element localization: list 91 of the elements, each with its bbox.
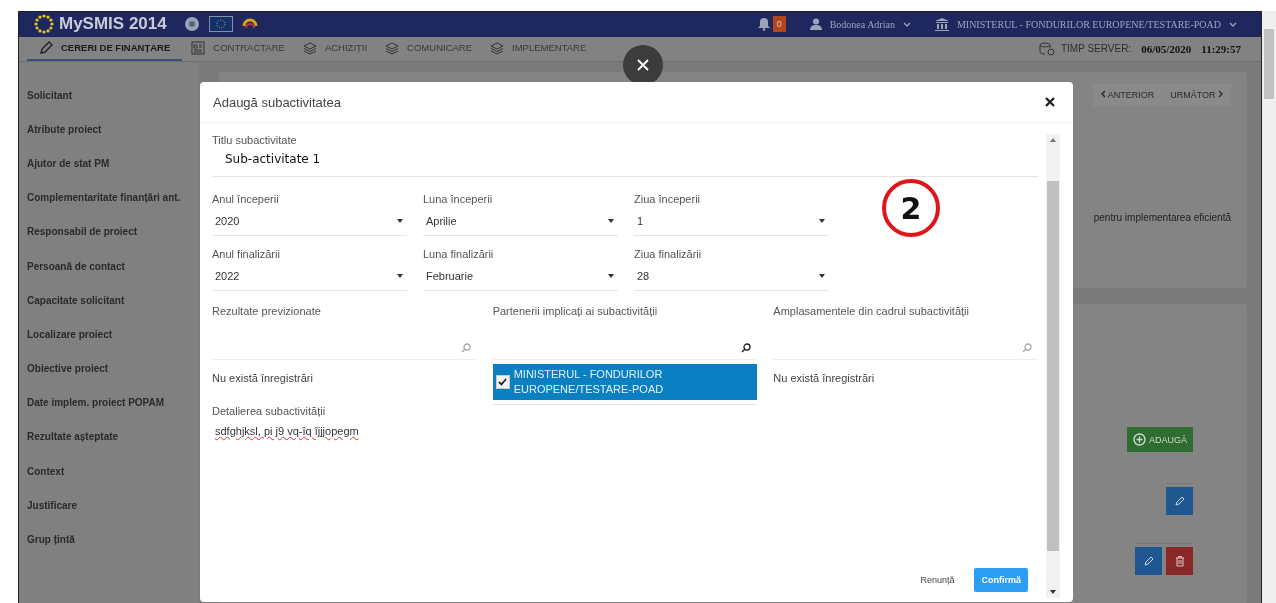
scroll-up-arrow-icon[interactable]: [1050, 138, 1056, 142]
field-label: Amplasamentele din cadrul subactivității: [773, 305, 970, 317]
search-icon: [1022, 343, 1032, 353]
nav-tab[interactable]: ACHIZIȚII: [293, 36, 377, 61]
modal-title: Adaugă subactivitatea: [213, 94, 341, 110]
sidebar-item[interactable]: Persoană de contact: [19, 254, 199, 290]
sidebar-item[interactable]: Capacitate solicitant: [19, 289, 199, 324]
dropdown-arrow-icon: [608, 274, 614, 278]
form-icon: [191, 40, 206, 55]
chevron-right-icon: [1218, 90, 1223, 98]
layers-icon: [302, 40, 317, 55]
bell-icon[interactable]: [756, 17, 771, 32]
layers-icon: [490, 40, 505, 55]
sidebar-item[interactable]: Ajutor de stat PM: [19, 152, 199, 187]
chevron-left-icon: [1100, 90, 1106, 98]
layers-icon: [385, 40, 400, 55]
partner-name: MINISTERUL - FONDURILOR EUROPENE/TESTARE-POAD: [513, 367, 665, 397]
field-label: Anul finalizării: [212, 248, 281, 260]
dropdown-arrow-icon: [397, 274, 403, 278]
delete-icon[interactable]: [1166, 547, 1193, 575]
field-label: Ziua finalizării: [634, 248, 703, 260]
sidebar-item[interactable]: Context: [19, 460, 199, 495]
close-icon[interactable]: [1045, 97, 1055, 107]
confirm-button[interactable]: Confirmă: [974, 568, 1028, 592]
sidebar-item[interactable]: Rezultate așteptate: [19, 425, 199, 461]
field-label: Luna finalizării: [423, 248, 495, 260]
previous-button[interactable]: ANTERIOR: [1092, 84, 1163, 106]
select-field[interactable]: Aprilie: [423, 211, 618, 236]
edit-icon[interactable]: [1166, 487, 1193, 515]
server-time-label: TIMP SERVER:: [1060, 43, 1132, 55]
page-scrollbar[interactable]: [1262, 11, 1276, 603]
scroll-down-arrow-icon[interactable]: [1050, 590, 1056, 594]
field-label: Titlu subactivitate: [212, 134, 298, 146]
plus-circle-icon: [1133, 433, 1146, 446]
nav-tab[interactable]: CONTRACTARE: [182, 36, 294, 61]
select-field[interactable]: 2020: [212, 211, 407, 236]
user-menu[interactable]: Bodonea Adrian: [809, 18, 911, 31]
sidebar-item[interactable]: Solicitant: [19, 84, 199, 119]
database-clock-icon: [1038, 41, 1055, 56]
close-icon: [636, 58, 650, 72]
edit-icon[interactable]: [1135, 547, 1162, 575]
dropdown-arrow-icon: [397, 219, 403, 223]
cancel-button[interactable]: Renunță: [914, 574, 961, 586]
notification-count: 0: [772, 16, 786, 33]
organization-menu[interactable]: MINISTERUL - FONDURILOR EUROPENE/TESTARE-POAD: [934, 17, 1237, 31]
nav-tab[interactable]: IMPLEMENTARE: [481, 36, 596, 61]
select-field[interactable]: 2022: [212, 266, 407, 291]
scrollbar[interactable]: [1046, 134, 1060, 598]
user-icon: [809, 18, 822, 31]
dropdown-arrow-icon: [819, 274, 825, 278]
add-button[interactable]: ADAUGĂ: [1127, 427, 1193, 452]
nav-tab[interactable]: COMUNICARE: [376, 36, 482, 61]
sidebar-item[interactable]: Justificare: [19, 494, 199, 529]
pencil-icon: [39, 40, 53, 55]
empty-list-text: Nu există înregistrări: [773, 372, 876, 384]
server-clock: 11:29:57: [1201, 42, 1241, 55]
sidebar-item[interactable]: Date implem. proiect POPAM: [19, 391, 199, 426]
sidebar-item[interactable]: Localizare proiect: [19, 323, 199, 358]
server-date: 06/05/2020: [1141, 42, 1192, 55]
field-label: Luna începerii: [423, 193, 494, 205]
sidebar-item[interactable]: Responsabil de proiect: [19, 220, 199, 255]
flag-icon: [208, 16, 233, 33]
institution-icon: [934, 17, 949, 31]
chevron-down-icon: [1229, 21, 1237, 27]
emblem-icon: [183, 16, 200, 33]
sidebar-item[interactable]: Complementaritate finanțări ant.: [19, 186, 199, 221]
sidebar-item[interactable]: Obiective proiect: [19, 357, 199, 392]
partner-list-item[interactable]: MINISTERUL - FONDURILOR EUROPENE/TESTARE-POAD: [492, 364, 758, 400]
field-label: Anul începerii: [212, 193, 280, 205]
dropdown-arrow-icon: [608, 219, 614, 223]
select-field[interactable]: 28: [634, 266, 829, 291]
empty-list-text: Nu există înregistrări: [212, 372, 314, 384]
app-title: MySMIS 2014: [59, 14, 167, 35]
select-field[interactable]: 1: [634, 211, 829, 236]
field-label: Ziua începerii: [634, 193, 702, 205]
stars-logo-icon: [33, 13, 55, 36]
search-icon: [460, 343, 471, 353]
field-label: Detalierea subactivității: [212, 405, 327, 417]
checkbox[interactable]: [495, 375, 510, 389]
search-icon: [741, 343, 752, 353]
details-text-area[interactable]: sdfghjksl, pi j9 vq-îq îjjjopegm: [212, 425, 362, 437]
sidebar-item[interactable]: Grup țintă: [19, 528, 199, 563]
chevron-down-icon: [902, 21, 911, 27]
field-label: Partenerii implicați ai subactivității: [492, 305, 659, 317]
dropdown-arrow-icon: [819, 219, 825, 223]
sidebar-item[interactable]: Atribute proiect: [19, 118, 199, 153]
field-label: Rezultate previzionate: [212, 305, 322, 317]
description-text: pentru implementarea eficientă: [1093, 212, 1231, 223]
next-button[interactable]: URMĂTOR: [1162, 84, 1231, 106]
select-field[interactable]: Februarie: [423, 266, 618, 291]
annotation-marker: 2: [882, 179, 940, 237]
